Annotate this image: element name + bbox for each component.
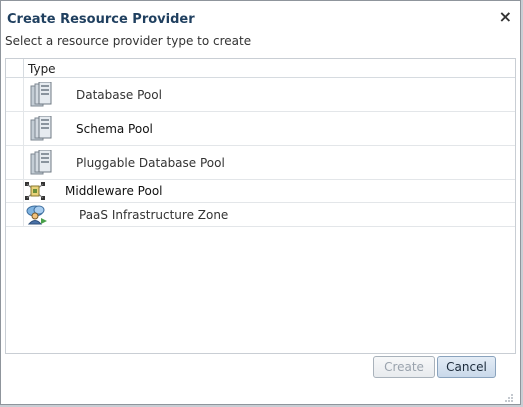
dialog-title: Create Resource Provider — [7, 12, 195, 27]
table-row-pluggable-database-pool[interactable]: Pluggable Database Pool — [6, 146, 515, 180]
row-label: Pluggable Database Pool — [76, 156, 225, 170]
database-pool-icon — [30, 81, 52, 112]
row-label: PaaS Infrastructure Zone — [79, 208, 229, 222]
table-row-database-pool[interactable]: Database Pool — [6, 78, 515, 112]
close-icon[interactable]: × — [499, 7, 512, 26]
middleware-pool-icon — [25, 182, 45, 204]
cancel-button[interactable]: Cancel — [437, 356, 496, 378]
row-selector — [6, 112, 24, 145]
table-row-paas-infrastructure-zone[interactable]: PaaS Infrastructure Zone — [6, 203, 515, 227]
table-header: Type — [6, 59, 515, 78]
resize-grip-icon[interactable] — [504, 388, 514, 402]
row-selector — [6, 78, 24, 111]
row-selector-header — [6, 59, 24, 77]
create-resource-provider-dialog: Create Resource Provider × Select a reso… — [0, 0, 521, 405]
schema-pool-icon — [30, 115, 52, 146]
provider-type-table: Type Database Pool Schema Pool Pluggable… — [5, 58, 516, 354]
table-row-schema-pool[interactable]: Schema Pool — [6, 112, 515, 146]
column-header-type[interactable]: Type — [28, 62, 56, 76]
row-label: Database Pool — [76, 88, 162, 102]
table-row-middleware-pool[interactable]: Middleware Pool — [6, 180, 515, 203]
paas-zone-icon — [26, 205, 48, 229]
row-selector — [6, 203, 24, 226]
pluggable-database-pool-icon — [30, 149, 52, 180]
create-button[interactable]: Create — [373, 356, 435, 378]
row-label: Middleware Pool — [65, 184, 163, 198]
dialog-subtitle: Select a resource provider type to creat… — [5, 34, 252, 48]
row-selector — [6, 146, 24, 179]
row-selector — [6, 180, 24, 202]
row-label: Schema Pool — [76, 122, 153, 136]
